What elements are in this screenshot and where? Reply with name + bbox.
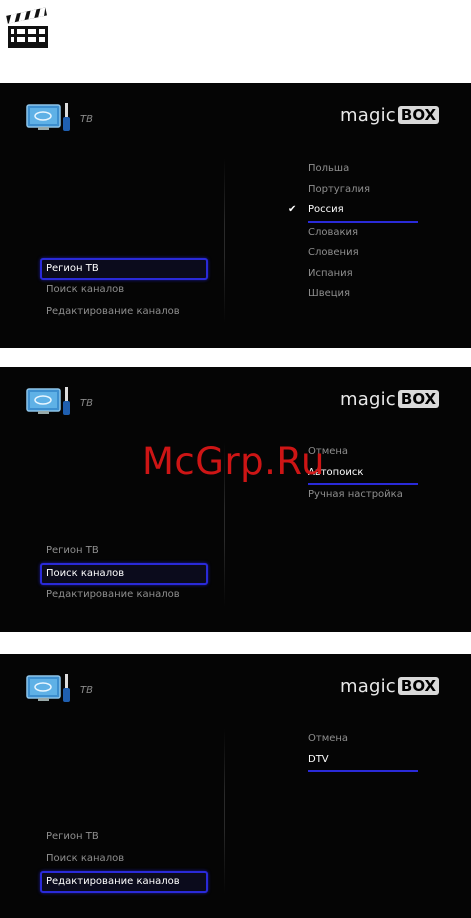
watermark: McGrp.Ru xyxy=(142,440,325,483)
divider xyxy=(224,158,225,323)
list-item[interactable]: Польша xyxy=(308,159,418,180)
clapperboard-icon xyxy=(6,7,48,48)
menu-item-edit-channels[interactable]: Редактирование каналов xyxy=(40,585,208,607)
menu-item-channel-search[interactable]: Поиск каналов xyxy=(40,849,208,871)
tv-setup-icon xyxy=(26,387,70,415)
list-item[interactable]: Словения xyxy=(308,243,418,264)
search-panel: ТВ magic BOX Регион ТВ Поиск каналов Ред… xyxy=(0,367,471,632)
settings-menu: Регион ТВ Поиск каналов Редактирование к… xyxy=(40,258,208,324)
magicbox-logo: magic BOX xyxy=(340,387,440,411)
list-item[interactable]: Швеция xyxy=(308,284,418,305)
list-item[interactable]: Отмена xyxy=(308,729,418,750)
region-panel: ТВ magic BOX Регион ТВ Поиск каналов Ред… xyxy=(0,83,471,348)
tv-label: ТВ xyxy=(80,398,93,409)
tv-label: ТВ xyxy=(80,114,93,125)
list-item[interactable]: Испания xyxy=(308,264,418,285)
menu-item-region[interactable]: Регион ТВ xyxy=(40,541,208,563)
list-item-selected[interactable]: ✔ Россия xyxy=(288,200,418,223)
checkmark-icon: ✔ xyxy=(288,204,297,215)
list-item-selected[interactable]: DTV xyxy=(308,750,418,772)
tv-label: ТВ xyxy=(80,685,93,696)
menu-item-region[interactable]: Регион ТВ xyxy=(40,258,208,280)
list-item[interactable]: Словакия xyxy=(308,223,418,244)
list-item[interactable]: Португалия xyxy=(308,180,418,201)
edit-options-list: Отмена DTV xyxy=(308,729,418,772)
magicbox-logo: magic BOX xyxy=(340,674,440,698)
menu-item-edit-channels[interactable]: Редактирование каналов xyxy=(40,871,208,893)
menu-item-region[interactable]: Регион ТВ xyxy=(40,827,208,849)
divider xyxy=(224,729,225,894)
edit-panel: ТВ magic BOX Регион ТВ Поиск каналов Ред… xyxy=(0,654,471,918)
list-item-label: Россия xyxy=(308,204,344,215)
settings-menu: Регион ТВ Поиск каналов Редактирование к… xyxy=(40,827,208,893)
tv-setup-icon xyxy=(26,103,70,131)
country-list: Польша Португалия ✔ Россия Словакия Слов… xyxy=(288,159,418,305)
list-item[interactable]: Ручная настройка xyxy=(308,485,418,506)
menu-item-edit-channels[interactable]: Редактирование каналов xyxy=(40,302,208,324)
menu-item-channel-search[interactable]: Поиск каналов xyxy=(40,563,208,585)
magicbox-logo: magic BOX xyxy=(340,103,440,127)
settings-menu: Регион ТВ Поиск каналов Редактирование к… xyxy=(40,541,208,607)
menu-item-channel-search[interactable]: Поиск каналов xyxy=(40,280,208,302)
tv-setup-icon xyxy=(26,674,70,702)
